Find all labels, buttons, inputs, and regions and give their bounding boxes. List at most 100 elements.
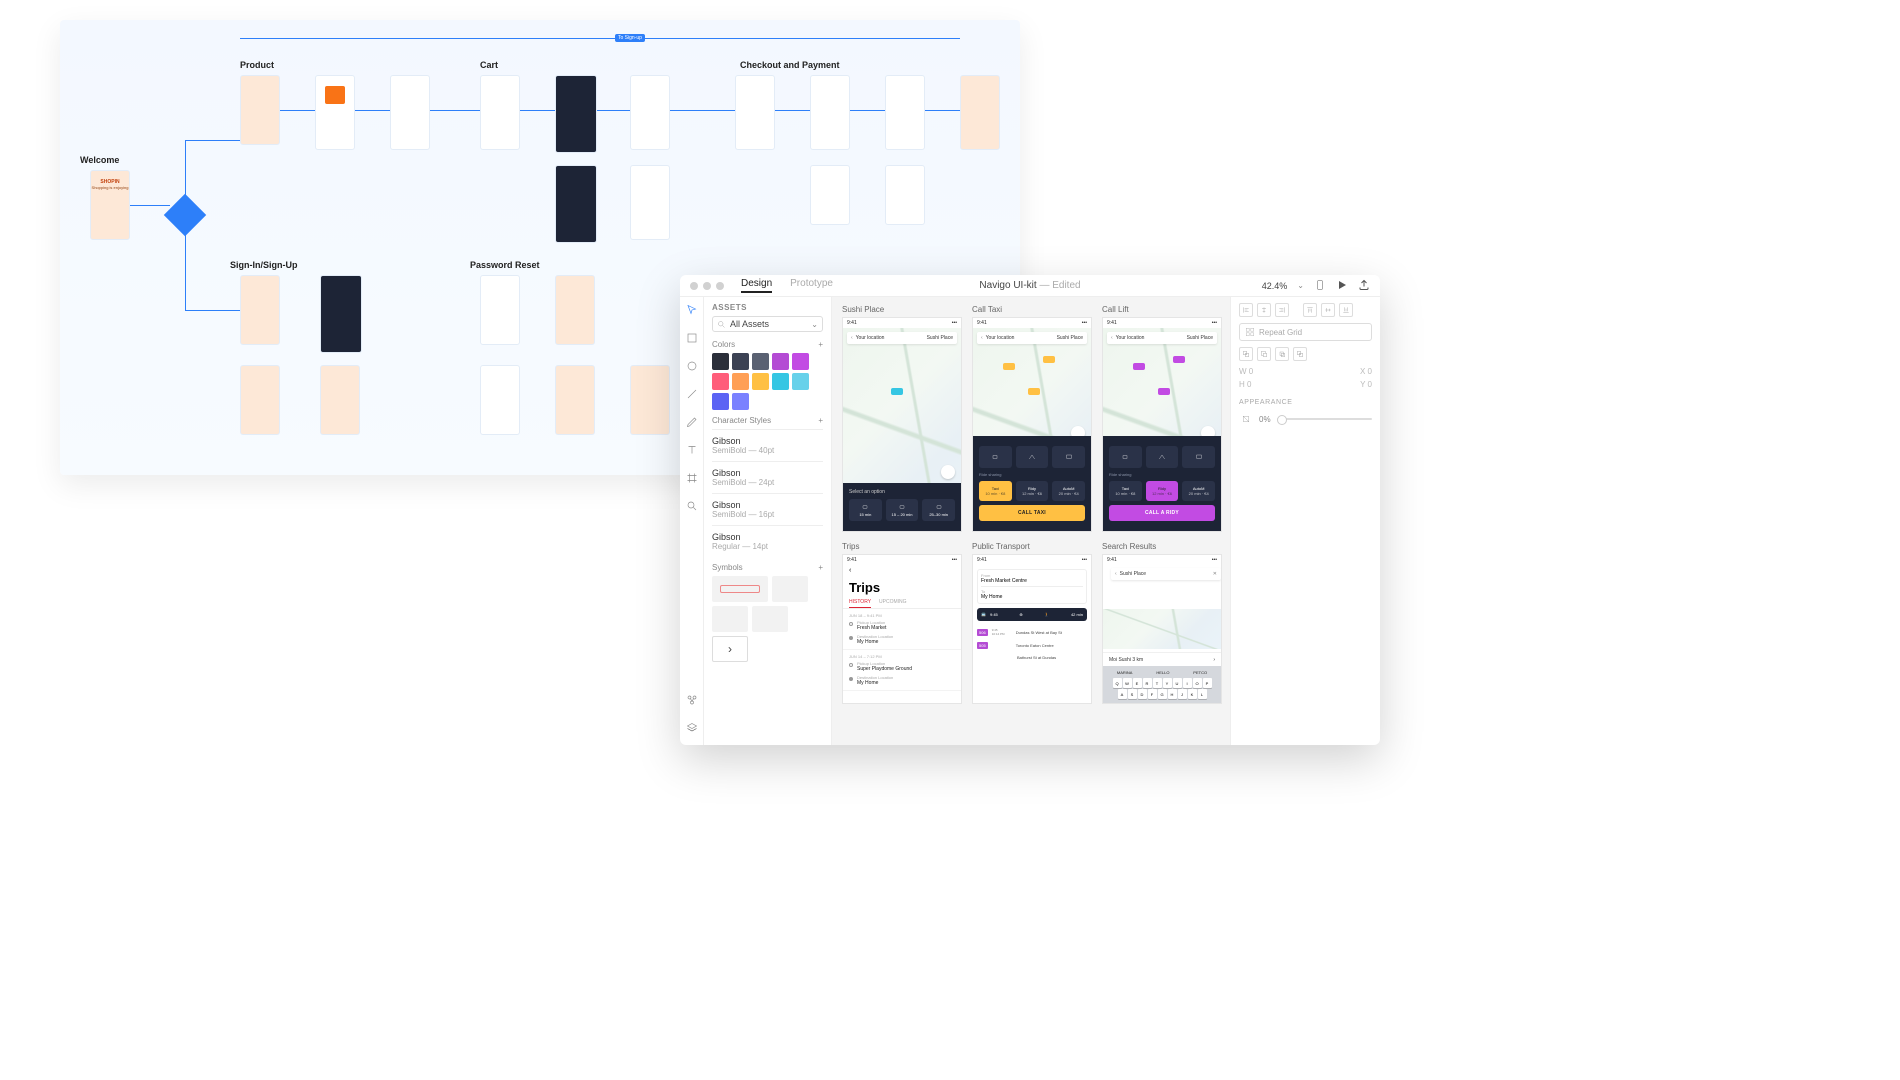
color-swatch[interactable]	[732, 373, 749, 390]
add-color[interactable]: +	[818, 340, 823, 349]
bool-add[interactable]	[1239, 347, 1253, 361]
color-swatch[interactable]	[772, 353, 789, 370]
color-swatch[interactable]	[732, 393, 749, 410]
symbol-thumb[interactable]	[712, 606, 748, 632]
character-style[interactable]: GibsonSemiBold — 40pt	[712, 429, 823, 461]
tab-design[interactable]: Design	[741, 278, 772, 293]
tool-zoom[interactable]	[686, 499, 698, 517]
screen-checkout-4[interactable]	[810, 165, 850, 225]
opacity-value[interactable]: 0%	[1259, 415, 1271, 424]
artboard[interactable]: 9:41•••‹Your locationSushi PlaceRide sha…	[1102, 317, 1222, 532]
artboard[interactable]: 9:41•••‹TripsHISTORYUPCOMINGJUN 18 – 9:4…	[842, 554, 962, 704]
symbol-thumb[interactable]	[772, 576, 808, 602]
color-swatch[interactable]	[712, 353, 729, 370]
section-welcome: Welcome	[80, 155, 119, 165]
screen-signup[interactable]	[240, 365, 280, 435]
align-bottom[interactable]	[1339, 303, 1353, 317]
align-middle-v[interactable]	[1321, 303, 1335, 317]
screen-pw1[interactable]	[480, 275, 520, 345]
screen-pw5[interactable]	[630, 365, 670, 435]
tool-pen[interactable]	[686, 415, 698, 433]
screen-cart-dark[interactable]	[555, 75, 597, 153]
character-style[interactable]: GibsonSemiBold — 16pt	[712, 493, 823, 525]
connector	[355, 110, 390, 111]
symbol-thumb[interactable]	[752, 606, 788, 632]
bool-subtract[interactable]	[1257, 347, 1271, 361]
character-style[interactable]: GibsonSemiBold — 24pt	[712, 461, 823, 493]
assets-search[interactable]: All Assets ⌄	[712, 316, 823, 332]
locate-button[interactable]	[941, 465, 955, 479]
screen-signup2[interactable]	[320, 365, 360, 435]
screen-cart-empty[interactable]	[630, 75, 670, 150]
play-icon[interactable]	[1336, 279, 1348, 293]
device-preview-icon[interactable]	[1314, 279, 1326, 293]
screen-checkout-done[interactable]	[960, 75, 1000, 150]
screen-pw3[interactable]	[480, 365, 520, 435]
screen-checkout-3[interactable]	[885, 75, 925, 150]
tool-line[interactable]	[686, 387, 698, 405]
screen-checkout-1[interactable]	[735, 75, 775, 150]
zoom-dropdown[interactable]: ⌄	[1297, 281, 1304, 290]
color-swatch[interactable]	[772, 373, 789, 390]
screen-cart[interactable]	[480, 75, 520, 150]
screen-product-info[interactable]	[390, 75, 430, 150]
artboard[interactable]: 9:41•••‹Sushi Place✕View all Sushi resta…	[1102, 554, 1222, 704]
traffic-light-max[interactable]	[716, 282, 724, 290]
align-center-h[interactable]	[1257, 303, 1271, 317]
repeat-grid-button[interactable]: Repeat Grid	[1239, 323, 1372, 341]
color-swatch[interactable]	[752, 353, 769, 370]
screen-product-detail[interactable]	[315, 75, 355, 150]
screen-product-list[interactable]	[240, 75, 280, 145]
traffic-light-close[interactable]	[690, 282, 698, 290]
symbol-thumb[interactable]: ›	[712, 636, 748, 662]
symbol-thumb[interactable]	[712, 576, 768, 602]
assets-panel: ASSETS All Assets ⌄ Colors+ Character St…	[704, 297, 832, 745]
tool-assets-icon[interactable]	[686, 693, 698, 711]
color-swatch[interactable]	[792, 353, 809, 370]
artboard[interactable]: 9:41•••‹Your locationSushi PlaceSelect a…	[842, 317, 962, 532]
artboard[interactable]: 9:41•••FromFresh Market CentreToMy Home🚍…	[972, 554, 1092, 704]
zoom-value[interactable]: 42.4%	[1262, 281, 1288, 291]
tab-prototype[interactable]: Prototype	[790, 278, 833, 293]
color-swatch[interactable]	[712, 393, 729, 410]
connector	[240, 38, 960, 39]
bool-exclude[interactable]	[1293, 347, 1307, 361]
dim-w[interactable]: W 0	[1239, 367, 1253, 376]
tool-rectangle[interactable]	[686, 331, 698, 349]
share-icon[interactable]	[1358, 279, 1370, 293]
artboard[interactable]: 9:41•••‹Your locationSushi PlaceRide sha…	[972, 317, 1092, 532]
color-swatch[interactable]	[792, 373, 809, 390]
screen-cart-2[interactable]	[630, 165, 670, 240]
dim-h[interactable]: H 0	[1239, 380, 1251, 389]
align-left[interactable]	[1239, 303, 1253, 317]
screen-pw2[interactable]	[555, 275, 595, 345]
add-symbol[interactable]: +	[818, 563, 823, 572]
dim-x[interactable]: X 0	[1360, 367, 1372, 376]
character-style[interactable]: GibsonRegular — 14pt	[712, 525, 823, 557]
screen-signin[interactable]	[240, 275, 280, 345]
screen-pw4[interactable]	[555, 365, 595, 435]
opacity-slider[interactable]	[1277, 418, 1372, 420]
tool-layers-icon[interactable]	[686, 721, 698, 739]
connector	[185, 310, 240, 311]
align-top[interactable]	[1303, 303, 1317, 317]
screen-checkout-5[interactable]	[885, 165, 925, 225]
screen-signin-dark[interactable]	[320, 275, 362, 353]
tool-artboard[interactable]	[686, 471, 698, 489]
color-swatch[interactable]	[712, 373, 729, 390]
color-swatch[interactable]	[752, 373, 769, 390]
tool-ellipse[interactable]	[686, 359, 698, 377]
traffic-light-min[interactable]	[703, 282, 711, 290]
add-style[interactable]: +	[818, 416, 823, 425]
tool-select[interactable]	[686, 303, 698, 321]
screen-welcome[interactable]: SHOPIN Shopping is enjoying	[90, 170, 130, 240]
design-canvas[interactable]: Sushi Place9:41•••‹Your locationSushi Pl…	[832, 297, 1230, 745]
color-swatch[interactable]	[732, 353, 749, 370]
section-cart: Cart	[480, 60, 498, 70]
align-right[interactable]	[1275, 303, 1289, 317]
dim-y[interactable]: Y 0	[1360, 380, 1372, 389]
screen-checkout-2[interactable]	[810, 75, 850, 150]
screen-cart-dark2[interactable]	[555, 165, 597, 243]
bool-intersect[interactable]	[1275, 347, 1289, 361]
tool-text[interactable]	[686, 443, 698, 461]
